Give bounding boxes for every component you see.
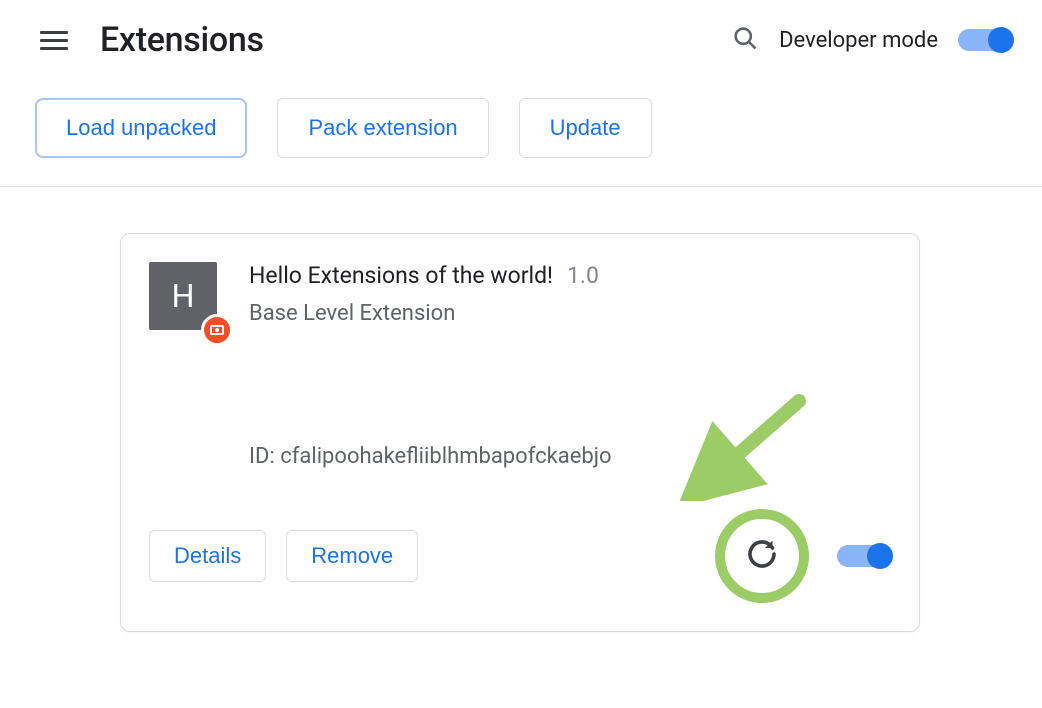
hamburger-menu-icon[interactable] (40, 22, 76, 58)
search-icon[interactable] (731, 24, 759, 56)
extension-description: Base Level Extension (249, 301, 891, 326)
developer-mode-toggle[interactable] (958, 29, 1012, 51)
update-button[interactable]: Update (519, 98, 652, 158)
remove-button[interactable]: Remove (286, 530, 418, 582)
load-unpacked-button[interactable]: Load unpacked (35, 98, 247, 158)
page-title: Extensions (100, 20, 264, 60)
extension-name: Hello Extensions of the world! (249, 262, 553, 289)
extension-id: ID: cfalipoohakefliiblhmbapofckaebjo (249, 444, 891, 469)
extension-enable-toggle[interactable] (837, 545, 891, 567)
extension-version: 1.0 (567, 262, 599, 289)
pack-extension-button[interactable]: Pack extension (277, 98, 488, 158)
reload-highlight-annotation (715, 509, 809, 603)
unpacked-badge-icon (201, 314, 233, 346)
reload-icon[interactable] (744, 536, 780, 576)
details-button[interactable]: Details (149, 530, 266, 582)
extension-icon: H (149, 262, 221, 334)
developer-mode-label: Developer mode (779, 28, 938, 53)
extension-card: H Hello Extensions of the world! 1.0 Bas… (120, 233, 920, 632)
